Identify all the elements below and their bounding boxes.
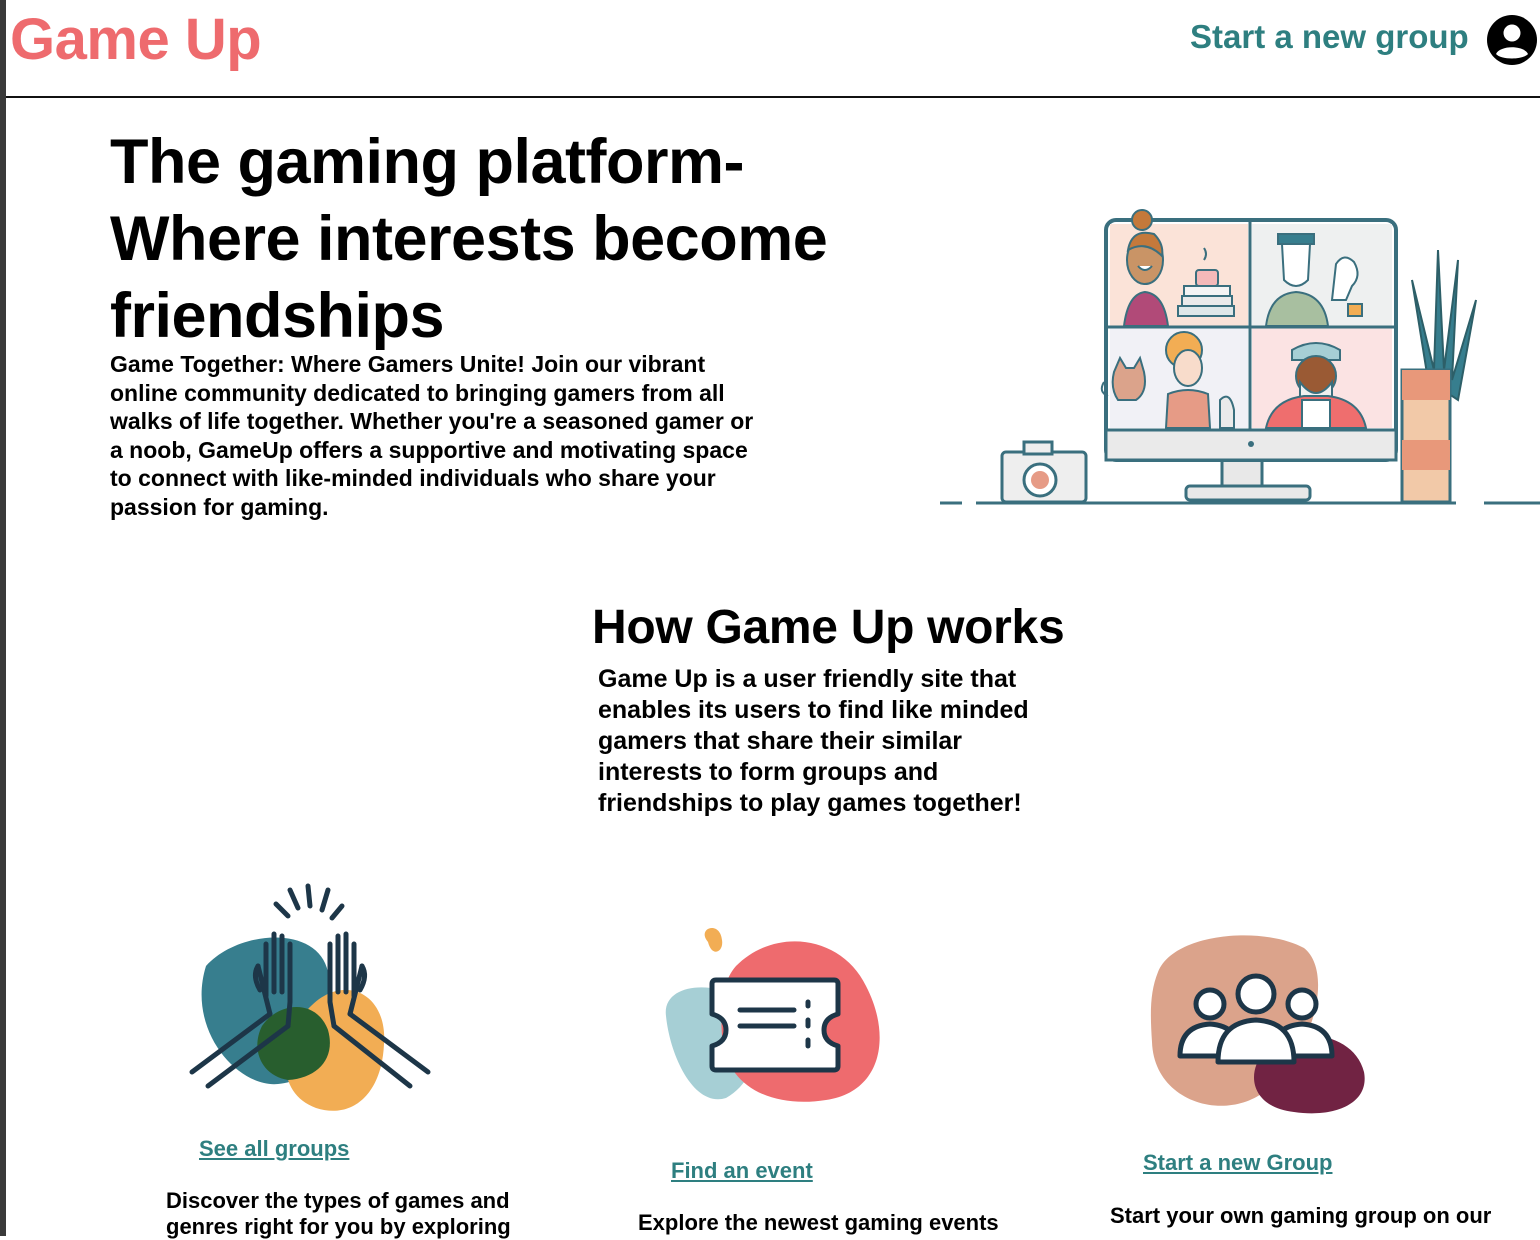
group-people-icon <box>1150 935 1365 1114</box>
ticket-icon <box>665 927 880 1102</box>
site-logo[interactable]: Game Up <box>10 6 262 73</box>
how-it-works-description: Game Up is a user friendly site that ena… <box>598 665 1029 817</box>
top-nav: Game Up Start a new group <box>6 0 1540 98</box>
high-five-icon <box>189 883 431 1111</box>
see-all-groups-description: Discover the types of games and genres r… <box>166 1188 511 1239</box>
find-an-event-description: Explore the newest gaming events <box>638 1210 999 1235</box>
hero-title: The gaming platform- Where interests bec… <box>110 124 910 355</box>
start-new-group-description: Start your own gaming group on our <box>1110 1203 1492 1228</box>
start-new-group-link[interactable]: Start a new Group <box>1143 1150 1332 1176</box>
find-an-event-link[interactable]: Find an event <box>671 1158 813 1184</box>
how-it-works-title: How Game Up works <box>592 601 1065 654</box>
hero-description: Game Together: Where Gamers Unite! Join … <box>110 351 754 520</box>
user-circle-icon[interactable] <box>1486 14 1538 66</box>
hero-title-line: friendships <box>110 281 445 351</box>
hero-title-line: Where interests become <box>110 204 828 274</box>
start-new-group-nav-link[interactable]: Start a new group <box>1190 18 1469 56</box>
hero-title-line: The gaming platform- <box>110 127 745 197</box>
page: Game Up Start a new group The gaming pla… <box>6 0 1540 1239</box>
see-all-groups-link[interactable]: See all groups <box>199 1136 349 1162</box>
video-call-illustration <box>940 209 1540 505</box>
